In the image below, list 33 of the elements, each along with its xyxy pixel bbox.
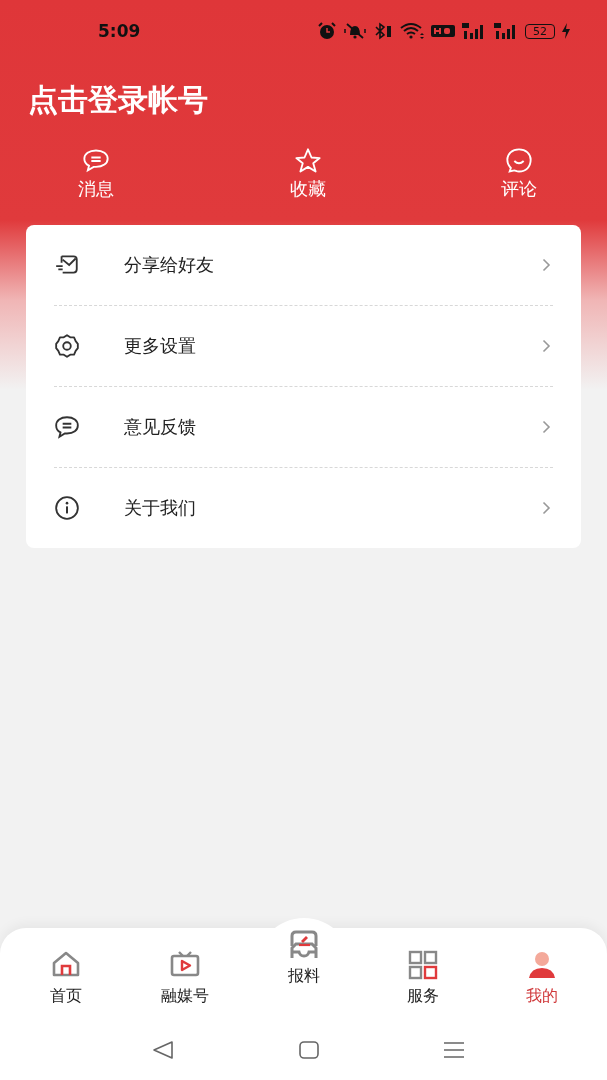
wifi-icon: [399, 22, 425, 40]
quick-action[interactable]: 收藏: [289, 147, 326, 201]
login-prompt[interactable]: 点击登录帐号: [28, 80, 208, 121]
gear-icon: [54, 333, 80, 359]
chat-bubble-icon: [82, 147, 110, 175]
back-icon[interactable]: [152, 1040, 174, 1060]
chevron-right-icon: [542, 339, 551, 353]
menu-item[interactable]: 分享给好友: [54, 225, 553, 305]
bluetooth-icon: [373, 22, 393, 40]
muted-bell-icon: [343, 22, 367, 40]
chevron-right-icon: [542, 501, 551, 515]
tab[interactable]: 首页: [17, 941, 114, 1007]
quick-action[interactable]: 评论: [501, 147, 537, 201]
menu-item[interactable]: 意见反馈: [54, 387, 553, 467]
alarm-icon: [317, 22, 337, 40]
battery-indicator: 52: [525, 23, 555, 39]
chevron-right-icon: [542, 420, 551, 434]
tab[interactable]: 融媒号: [136, 941, 233, 1007]
status-time: 5:09: [98, 21, 141, 41]
tab[interactable]: 我的: [493, 941, 590, 1007]
quick-action[interactable]: 消息: [78, 147, 114, 201]
chat-bubble-icon: [54, 414, 80, 440]
smile-bubble-icon: [505, 147, 533, 175]
home-icon[interactable]: [298, 1041, 319, 1059]
menu-icon[interactable]: [443, 1041, 465, 1059]
menu-item[interactable]: 更多设置: [54, 306, 553, 386]
tab[interactable]: 服务: [374, 941, 471, 1007]
menu-item[interactable]: 关于我们: [54, 468, 553, 548]
chevron-right-icon: [542, 258, 551, 272]
star-icon: [293, 147, 322, 175]
charging-icon: [561, 23, 571, 39]
hd-icon: [431, 24, 455, 38]
info-icon: [54, 495, 80, 521]
